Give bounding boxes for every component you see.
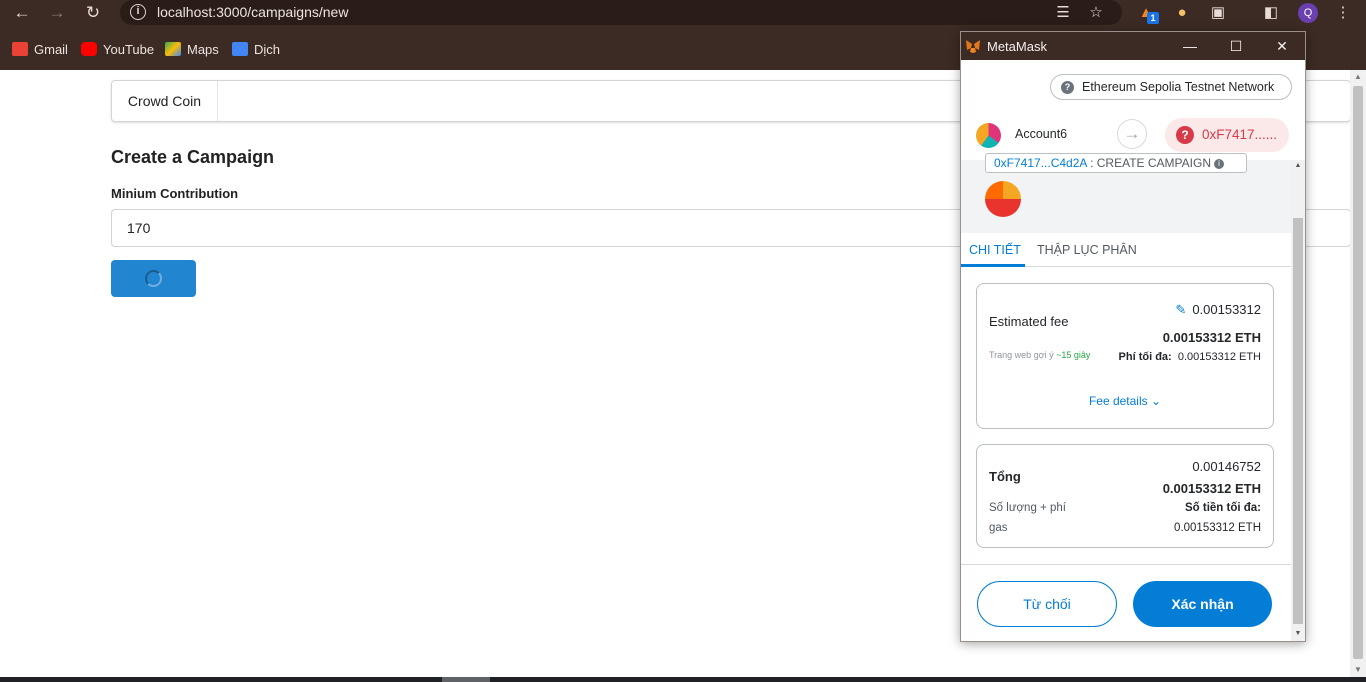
- active-tab-underline: [961, 264, 1025, 267]
- minimum-contribution-label: Minium Contribution: [111, 186, 239, 201]
- bookmark-youtube[interactable]: YouTube: [81, 37, 154, 61]
- back-icon[interactable]: ←: [11, 2, 33, 24]
- profile-avatar[interactable]: Q: [1298, 3, 1318, 23]
- reload-icon[interactable]: ↻: [82, 2, 104, 24]
- page-title: Create a Campaign: [111, 147, 275, 167]
- metamask-window-title: MetaMask: [987, 39, 1047, 54]
- mm-scroll-up-icon[interactable]: ▲: [1291, 160, 1305, 172]
- max-amount-label: Số tiền tối đa:: [1184, 502, 1261, 514]
- info-icon[interactable]: i: [1213, 158, 1224, 169]
- bookmark-gmail[interactable]: Gmail: [12, 37, 68, 61]
- reject-button[interactable]: Từ chối: [977, 581, 1117, 627]
- total-card: Tổng 0.00146752 0.00153312 ETH Số lượng …: [976, 444, 1274, 548]
- metamask-footer: Từ chối Xác nhận: [961, 564, 1291, 641]
- metamask-scrollbar-thumb[interactable]: [1293, 218, 1303, 624]
- translate-icon[interactable]: ☰: [1053, 3, 1073, 23]
- metamask-scroll-area: 0xF7417...C4d2A : CREATE CAMPAIGN i CHI T…: [961, 153, 1305, 641]
- close-icon[interactable]: ✕: [1272, 36, 1292, 56]
- youtube-icon: [81, 42, 97, 56]
- horizontal-scrollbar[interactable]: [0, 677, 1366, 682]
- address-bar[interactable]: i localhost:3000/campaigns/new: [120, 0, 1122, 25]
- account-name[interactable]: Account6: [1015, 127, 1067, 141]
- fee-details-link[interactable]: Fee details ⌄: [977, 394, 1273, 408]
- loading-spinner-icon: [145, 270, 162, 287]
- max-amount-value: 0.00153312 ETH: [1174, 522, 1261, 534]
- total-top-value: 0.00146752: [1192, 459, 1261, 474]
- network-selector[interactable]: ? Ethereum Sepolia Testnet Network: [1050, 74, 1292, 100]
- max-fee-row: Phí tối đa: 0.00153312 ETH: [1118, 351, 1261, 363]
- edit-pencil-icon[interactable]: ✎: [1175, 302, 1186, 317]
- network-question-icon: ?: [1061, 80, 1074, 94]
- recipient-address: 0xF7417......: [1202, 127, 1278, 142]
- extension-icon[interactable]: ●: [1172, 3, 1192, 23]
- total-eth-value: 0.00153312 ETH: [1162, 481, 1261, 496]
- fee-eth-value: 0.00153312 ETH: [1162, 330, 1261, 345]
- origin-band: 0xF7417...C4d2A : CREATE CAMPAIGN i: [961, 153, 1291, 233]
- metamask-titlebar: MetaMask — ☐ ✕: [961, 32, 1305, 60]
- metamask-fox-icon: [966, 40, 980, 53]
- origin-separator: :: [1086, 156, 1097, 170]
- page-scrollbar[interactable]: ▲ ▼: [1350, 70, 1366, 677]
- origin-address[interactable]: 0xF7417...C4d2A: [994, 156, 1087, 170]
- create-button-loading[interactable]: [111, 260, 196, 297]
- arrow-right-icon: →: [1117, 119, 1147, 149]
- url-text[interactable]: localhost:3000/campaigns/new: [157, 4, 348, 20]
- mm-scroll-down-icon[interactable]: ▼: [1291, 628, 1305, 640]
- estimated-fee-card: Estimated fee ✎ 0.00153312 0.00153312 ETH…: [976, 283, 1274, 429]
- tab-hex[interactable]: THẬP LỤC PHÂN: [1037, 233, 1137, 267]
- site-info-icon[interactable]: i: [130, 4, 146, 20]
- scroll-up-icon[interactable]: ▲: [1350, 70, 1366, 84]
- minimize-icon[interactable]: —: [1180, 36, 1200, 56]
- sidepanel-icon[interactable]: ◧: [1261, 3, 1281, 23]
- horizontal-scrollbar-thumb[interactable]: [442, 677, 490, 682]
- recipient-address-pill[interactable]: ? 0xF7417......: [1165, 118, 1289, 152]
- gmail-icon: [12, 42, 28, 56]
- menu-kebab-icon[interactable]: ⋮: [1333, 3, 1353, 23]
- origin-tag: 0xF7417...C4d2A : CREATE CAMPAIGN i: [985, 153, 1247, 173]
- network-name: Ethereum Sepolia Testnet Network: [1082, 80, 1275, 94]
- scroll-down-icon[interactable]: ▼: [1350, 663, 1366, 677]
- chevron-down-icon: ⌄: [1150, 394, 1162, 408]
- account-avatar: [976, 123, 1001, 148]
- fee-top-value: ✎ 0.00153312: [1175, 302, 1261, 317]
- forward-icon[interactable]: →: [46, 2, 68, 24]
- browser-toolbar: ← → ↻ i localhost:3000/campaigns/new ☰ ☆…: [0, 0, 1366, 25]
- unknown-recipient-icon: ?: [1176, 126, 1194, 144]
- menu-brand-link[interactable]: Crowd Coin: [112, 81, 218, 121]
- bookmark-translate[interactable]: Dịch: [232, 37, 280, 61]
- translate-bookmark-icon: [232, 42, 248, 56]
- star-icon[interactable]: ☆: [1086, 3, 1106, 23]
- extension-badge: 1: [1147, 12, 1159, 24]
- origin-action: CREATE CAMPAIGN: [1096, 156, 1211, 170]
- page-scrollbar-thumb[interactable]: [1353, 86, 1363, 659]
- fee-suggestion: Trang web gợi ý ~15 giây: [989, 350, 1091, 360]
- tab-details[interactable]: CHI TIẾT: [969, 233, 1021, 267]
- maps-icon: [165, 42, 181, 56]
- bookmark-maps[interactable]: Maps: [165, 37, 219, 61]
- total-sub-label-2: gas: [989, 522, 1008, 534]
- contract-identicon: [985, 181, 1021, 217]
- estimated-fee-label: Estimated fee: [989, 314, 1069, 329]
- maximize-icon[interactable]: ☐: [1226, 36, 1246, 56]
- total-label: Tổng: [989, 469, 1021, 484]
- confirm-tabs: CHI TIẾT THẬP LỤC PHÂN: [961, 233, 1291, 267]
- confirm-button[interactable]: Xác nhận: [1133, 581, 1272, 627]
- metamask-scrollbar[interactable]: ▲ ▼: [1291, 160, 1305, 641]
- metamask-popup: MetaMask — ☐ ✕ ? Ethereum Sepolia Testne…: [960, 31, 1306, 642]
- puzzle-icon[interactable]: ▣: [1208, 3, 1228, 23]
- total-sub-label-1: Số lượng + phí: [989, 502, 1066, 514]
